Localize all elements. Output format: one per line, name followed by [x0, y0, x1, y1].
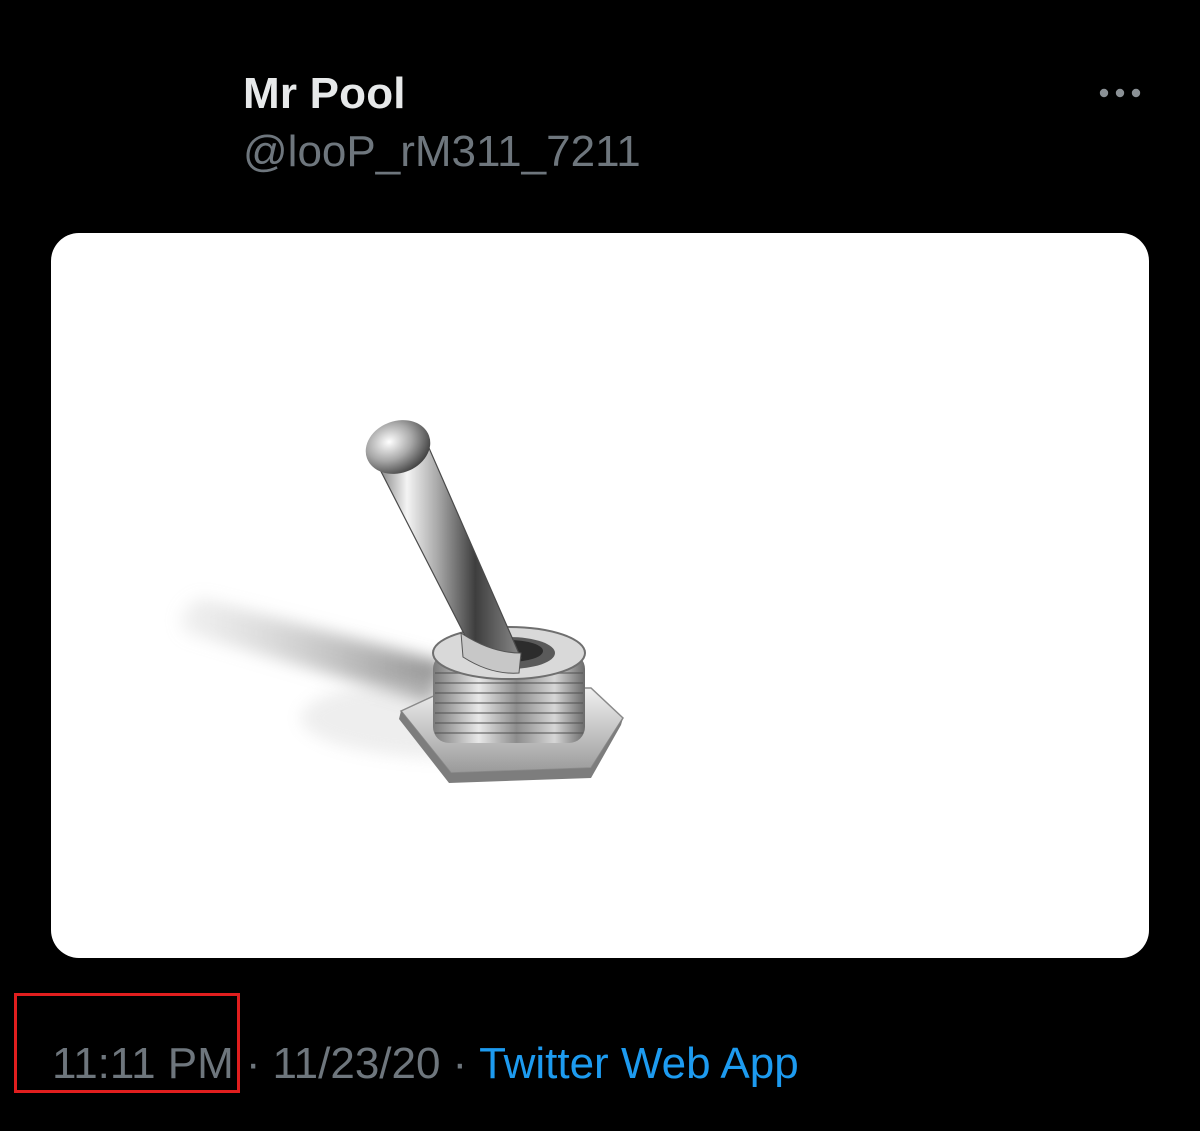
user-handle[interactable]: @looP_rM311_7211 — [243, 124, 641, 180]
toggle-switch-image — [181, 420, 624, 783]
tweet-date[interactable]: 11/23/20 — [272, 1039, 440, 1088]
more-options-button[interactable] — [1092, 78, 1148, 108]
tweet: Mr Pool @looP_rM311_7211 11:11 PM · 11/2… — [0, 0, 1200, 1131]
tweet-author[interactable]: Mr Pool @looP_rM311_7211 — [243, 66, 641, 180]
tweet-media-image[interactable] — [51, 233, 1149, 958]
display-name[interactable]: Mr Pool — [243, 66, 641, 122]
tweet-metadata: 11:11 PM · 11/23/20 · Twitter Web App — [52, 1036, 799, 1092]
more-horizontal-icon — [1098, 88, 1142, 98]
meta-separator: · — [452, 1039, 468, 1088]
tweet-time[interactable]: 11:11 PM — [52, 1039, 234, 1088]
tweet-source-link[interactable]: Twitter Web App — [479, 1039, 799, 1088]
meta-separator: · — [245, 1039, 261, 1088]
